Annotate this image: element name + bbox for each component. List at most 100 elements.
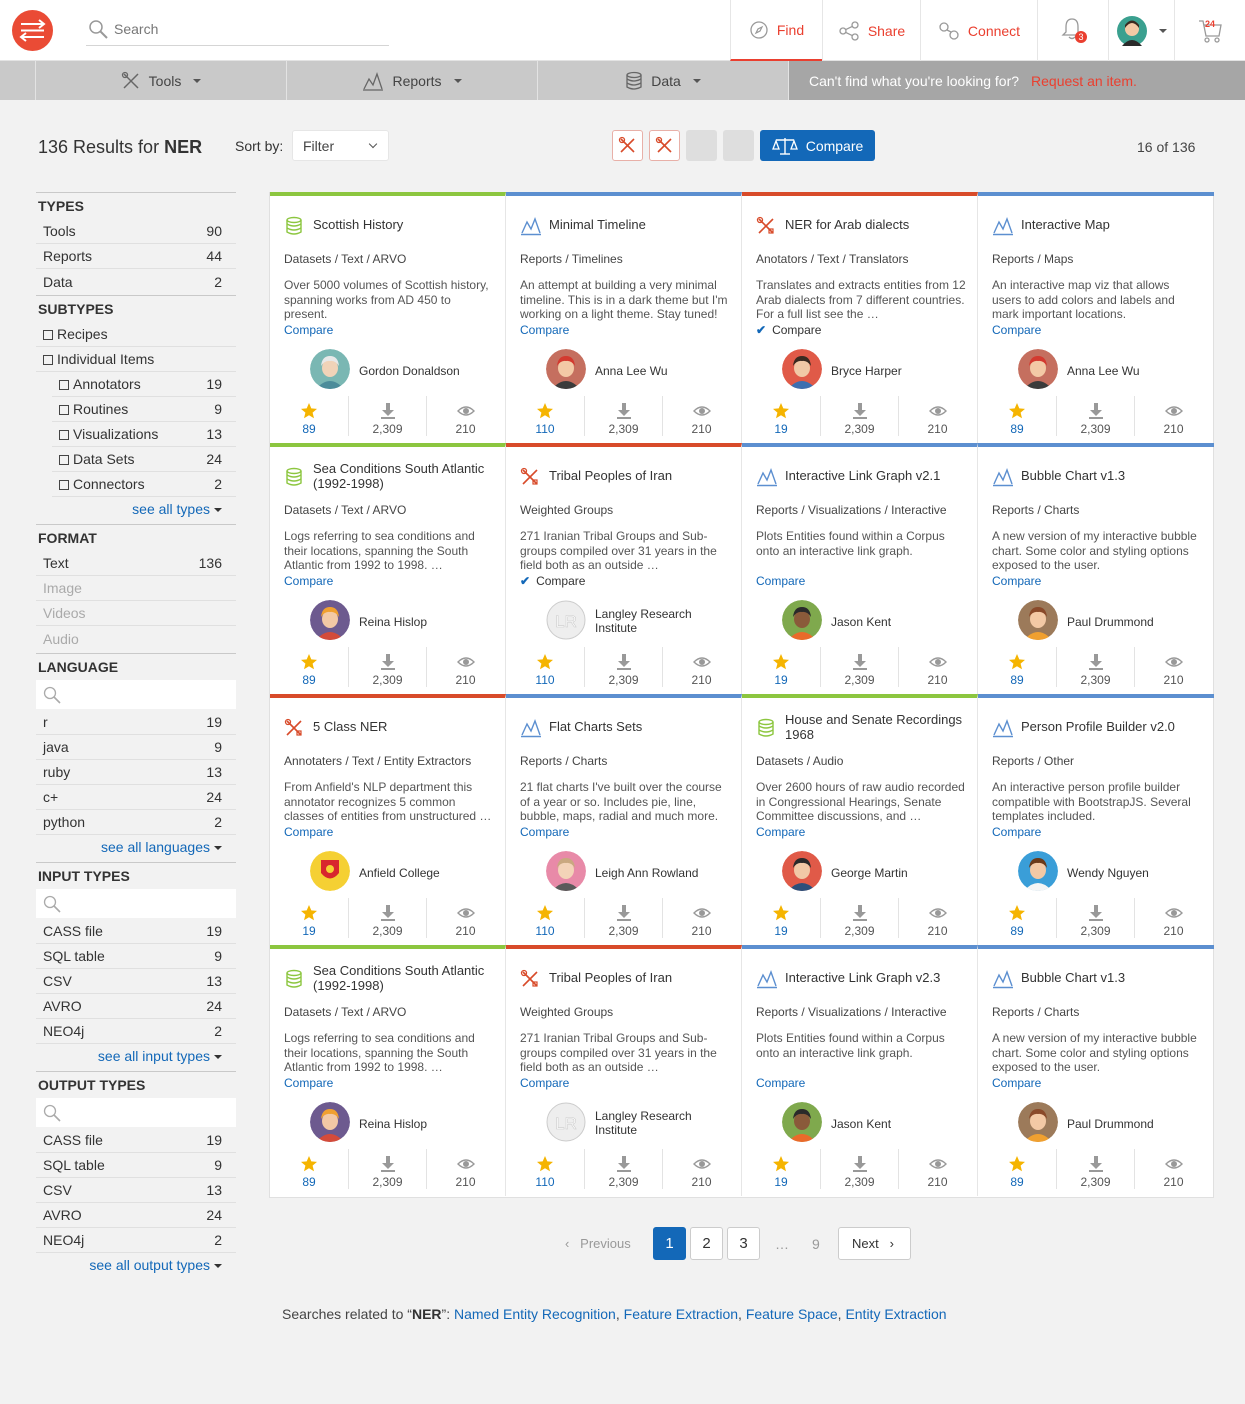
- result-card[interactable]: Tribal Peoples of Iran Weighted Groups 271…: [506, 443, 742, 694]
- pagination-page[interactable]: 9: [812, 1236, 820, 1252]
- author-name[interactable]: Langley Research Institute: [595, 1109, 705, 1137]
- card-title[interactable]: Scottish History: [313, 217, 493, 232]
- author-name[interactable]: Anna Lee Wu: [595, 364, 668, 378]
- checkbox[interactable]: [59, 405, 69, 415]
- author-avatar[interactable]: [782, 1102, 822, 1142]
- filter-item[interactable]: CSV 13: [36, 969, 236, 994]
- filter-item[interactable]: CASS file 19: [36, 1128, 236, 1153]
- filter-item[interactable]: r 19: [36, 710, 236, 735]
- downloads-stat[interactable]: 2,309: [820, 1149, 898, 1189]
- filter-item[interactable]: SQL table 9: [36, 1153, 236, 1178]
- related-link[interactable]: Entity Extraction: [845, 1306, 946, 1322]
- card-compare-link[interactable]: Compare: [520, 1076, 569, 1090]
- subnav-tools[interactable]: Tools: [35, 61, 286, 100]
- stars-stat[interactable]: 110: [506, 396, 584, 436]
- filter-item[interactable]: Data 2: [36, 269, 236, 294]
- filter-item[interactable]: Text 136: [36, 551, 236, 576]
- downloads-stat[interactable]: 2,309: [1056, 898, 1134, 938]
- card-compare-link[interactable]: Compare: [520, 825, 569, 839]
- stars-stat[interactable]: 19: [742, 1149, 820, 1189]
- author-name[interactable]: Wendy Nguyen: [1067, 866, 1149, 880]
- card-title[interactable]: Sea Conditions South Atlantic (1992-1998…: [313, 461, 493, 491]
- notifications-button[interactable]: 3: [1037, 0, 1108, 61]
- stars-stat[interactable]: 110: [506, 647, 584, 687]
- author-name[interactable]: Paul Drummond: [1067, 1117, 1154, 1131]
- stars-stat[interactable]: 89: [270, 396, 348, 436]
- result-card[interactable]: Person Profile Builder v2.0 Reports / Oth…: [978, 694, 1214, 945]
- author-name[interactable]: Bryce Harper: [831, 364, 902, 378]
- filter-item[interactable]: NEO4j 2: [36, 1228, 236, 1253]
- filter-checkbox-item[interactable]: Routines 9: [52, 397, 236, 422]
- author-avatar[interactable]: LR: [546, 1102, 586, 1142]
- card-title[interactable]: Bubble Chart v1.3: [1021, 468, 1201, 483]
- stars-stat[interactable]: 89: [978, 647, 1056, 687]
- filter-item[interactable]: NEO4j 2: [36, 1019, 236, 1044]
- checkbox[interactable]: [59, 380, 69, 390]
- downloads-stat[interactable]: 2,309: [820, 898, 898, 938]
- card-compare-link[interactable]: Compare: [992, 323, 1041, 337]
- result-card[interactable]: NER for Arab dialects Anotators / Text / …: [742, 192, 978, 443]
- card-compare-link[interactable]: Compare: [756, 1076, 805, 1090]
- output-types-search-input[interactable]: [36, 1098, 236, 1127]
- card-compare-link[interactable]: ✔ Compare: [756, 323, 821, 337]
- downloads-stat[interactable]: 2,309: [348, 1149, 426, 1189]
- downloads-stat[interactable]: 2,309: [584, 647, 662, 687]
- filter-checkbox-item[interactable]: Data Sets 24: [52, 447, 236, 472]
- filter-item[interactable]: CASS file 19: [36, 919, 236, 944]
- nav-share[interactable]: Share: [822, 0, 920, 61]
- result-card[interactable]: Bubble Chart v1.3 Reports / Charts A new v…: [978, 945, 1214, 1196]
- stars-stat[interactable]: 19: [742, 898, 820, 938]
- compare-slot-1[interactable]: [612, 130, 643, 161]
- compare-button[interactable]: Compare: [760, 130, 875, 161]
- result-card[interactable]: Scottish History Datasets / Text / ARVO Ov…: [270, 192, 506, 443]
- result-card[interactable]: Interactive Link Graph v2.3 Reports / Vis…: [742, 945, 978, 1196]
- author-avatar[interactable]: [1018, 349, 1058, 389]
- downloads-stat[interactable]: 2,309: [584, 1149, 662, 1189]
- see-all-types-link[interactable]: see all types: [36, 497, 236, 522]
- search-input[interactable]: [114, 21, 384, 37]
- filter-checkbox-item[interactable]: Annotators 19: [52, 372, 236, 397]
- checkbox[interactable]: [43, 355, 53, 365]
- checkbox[interactable]: [43, 330, 53, 340]
- pagination-page[interactable]: 1: [653, 1227, 686, 1260]
- filter-item[interactable]: Reports 44: [36, 244, 236, 269]
- filter-item[interactable]: Tools 90: [36, 219, 236, 244]
- author-avatar[interactable]: [310, 349, 350, 389]
- card-compare-link[interactable]: Compare: [992, 1076, 1041, 1090]
- filter-checkbox-item[interactable]: Connectors 2: [52, 472, 236, 497]
- filter-checkbox-item[interactable]: Individual Items: [36, 347, 236, 372]
- sort-select[interactable]: Filter: [292, 130, 389, 161]
- author-avatar[interactable]: [1018, 1102, 1058, 1142]
- result-card[interactable]: House and Senate Recordings 1968 Datasets…: [742, 694, 978, 945]
- card-title[interactable]: Minimal Timeline: [549, 217, 729, 232]
- filter-item[interactable]: AVRO 24: [36, 994, 236, 1019]
- filter-checkbox-item[interactable]: Visualizations 13: [52, 422, 236, 447]
- result-card[interactable]: Interactive Map Reports / Maps An interact…: [978, 192, 1214, 443]
- downloads-stat[interactable]: 2,309: [1056, 647, 1134, 687]
- subnav-reports[interactable]: Reports: [286, 61, 537, 100]
- card-title[interactable]: Interactive Link Graph v2.1: [785, 468, 965, 483]
- card-title[interactable]: Tribal Peoples of Iran: [549, 970, 729, 985]
- author-name[interactable]: Langley Research Institute: [595, 607, 705, 635]
- author-avatar[interactable]: [782, 349, 822, 389]
- stars-stat[interactable]: 89: [270, 1149, 348, 1189]
- filter-item[interactable]: AVRO 24: [36, 1203, 236, 1228]
- downloads-stat[interactable]: 2,309: [820, 647, 898, 687]
- related-link[interactable]: Feature Space: [746, 1306, 838, 1322]
- card-compare-link[interactable]: Compare: [756, 825, 805, 839]
- card-title[interactable]: Interactive Map: [1021, 217, 1201, 232]
- stars-stat[interactable]: 89: [978, 396, 1056, 436]
- checkbox[interactable]: [59, 430, 69, 440]
- stars-stat[interactable]: 89: [270, 647, 348, 687]
- see-all-output-types-link[interactable]: see all output types: [36, 1253, 236, 1278]
- author-avatar[interactable]: [1018, 851, 1058, 891]
- author-avatar[interactable]: LR: [546, 600, 586, 640]
- downloads-stat[interactable]: 2,309: [584, 396, 662, 436]
- downloads-stat[interactable]: 2,309: [1056, 396, 1134, 436]
- downloads-stat[interactable]: 2,309: [1056, 1149, 1134, 1189]
- language-search-input[interactable]: [36, 680, 236, 709]
- nav-find[interactable]: Find: [730, 0, 822, 61]
- card-title[interactable]: House and Senate Recordings 1968: [785, 712, 965, 742]
- card-compare-link[interactable]: Compare: [284, 323, 333, 337]
- author-name[interactable]: Gordon Donaldson: [359, 364, 460, 378]
